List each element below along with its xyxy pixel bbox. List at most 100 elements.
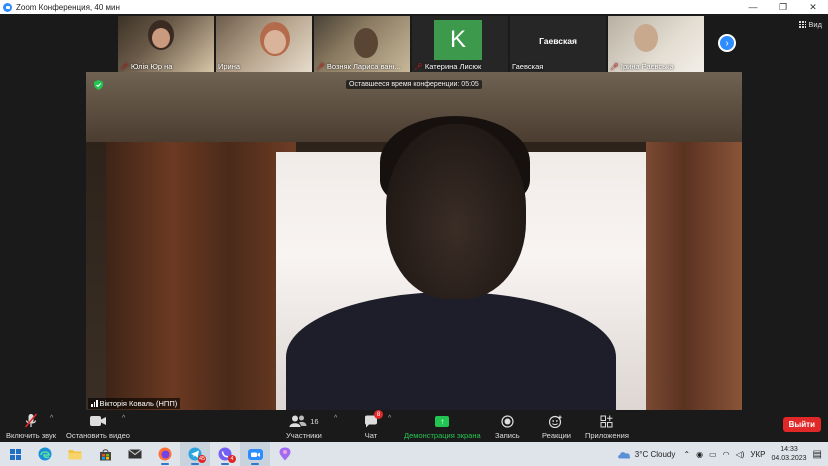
clock-date: 04.03.2023 xyxy=(771,455,807,462)
share-screen-icon: ↑ xyxy=(435,415,450,427)
close-button[interactable]: ✕ xyxy=(798,0,828,14)
participants-options-caret-icon[interactable]: ^ xyxy=(334,415,337,422)
taskbar-store[interactable] xyxy=(90,442,120,466)
participant-tile[interactable]: 🎤︎ Юлія Юр на xyxy=(118,16,214,72)
taskbar-edge[interactable] xyxy=(30,442,60,466)
chat-button[interactable]: 8 Чат xyxy=(364,410,383,440)
taskbar-file-explorer[interactable] xyxy=(60,442,90,466)
participant-name: Катерина Лисюк xyxy=(424,62,482,71)
telegram-unread-badge: 45 xyxy=(198,455,206,463)
mic-muted-icon: 🎤︎ xyxy=(120,63,129,71)
volume-icon[interactable]: ◁) xyxy=(736,450,745,459)
folder-icon xyxy=(68,450,82,460)
taskbar-telegram[interactable]: 45 xyxy=(180,442,210,466)
viber-unread-badge: 4 xyxy=(228,455,236,463)
participants-count: 16 xyxy=(310,416,319,426)
record-button[interactable]: Запись xyxy=(495,412,520,440)
clock[interactable]: 14:33 04.03.2023 xyxy=(772,445,807,463)
shield-icon[interactable] xyxy=(94,80,103,90)
store-bag-icon xyxy=(99,448,111,460)
notifications-icon[interactable]: ▤ xyxy=(813,449,822,460)
mail-icon xyxy=(128,449,142,459)
start-button[interactable] xyxy=(0,442,30,466)
participant-name: Гаевская xyxy=(512,62,544,71)
battery-icon[interactable]: ▭ xyxy=(709,450,717,459)
share-screen-label: Демонстрация экрана xyxy=(404,431,481,440)
participant-video xyxy=(634,24,658,52)
zoom-app-icon xyxy=(247,448,263,460)
record-label: Запись xyxy=(495,431,520,440)
speaker-name: Вікторія Коваль (НПП) xyxy=(99,399,178,408)
unmute-label: Включить звук xyxy=(6,431,57,440)
window-controls: — ❐ ✕ xyxy=(738,0,828,14)
participant-tile[interactable]: Гаевская Гаевская xyxy=(510,16,606,72)
meeting-area: 🎤︎ Юлія Юр на Ирина 🎤︎ Возняк Лариса вані.… xyxy=(0,14,828,410)
taskbar-mail[interactable] xyxy=(120,442,150,466)
participant-tile[interactable]: 🎤︎ Ірина Раєвська xyxy=(608,16,704,72)
windows-taskbar: 45 4 3°C Cloudy ⌃ ◉ ▭ ◠ ◁) УКР 14:33 04.… xyxy=(0,442,828,466)
taskbar-firefox[interactable] xyxy=(150,442,180,466)
edge-browser-icon xyxy=(38,447,52,461)
next-page-button[interactable]: › xyxy=(718,34,736,52)
participants-icon xyxy=(289,415,307,427)
mic-muted-icon: 🎤︎ xyxy=(610,63,619,71)
title-bar: Zoom Конференция, 40 мин — ❐ ✕ xyxy=(0,0,828,14)
audio-options-caret-icon[interactable]: ^ xyxy=(50,415,53,422)
apps-label: Приложения xyxy=(585,431,629,440)
weather-text: 3°C Cloudy xyxy=(634,449,676,459)
meeting-toolbar: Включить звук ^ Остановить видео ^ 16 Уч… xyxy=(0,410,828,442)
wifi-icon[interactable]: ◠ xyxy=(723,450,730,459)
participant-name: Юлія Юр на xyxy=(130,62,173,71)
participant-tile[interactable]: K 🎤︎ Катерина Лисюк xyxy=(412,16,508,72)
remaining-time-banner: Оставшееся время конференции: 05:05 xyxy=(346,80,482,89)
active-speaker-video: Оставшееся время конференции: 05:05 Вікт… xyxy=(86,72,742,410)
view-button[interactable]: Вид xyxy=(799,20,822,29)
windows-logo-icon xyxy=(9,448,21,460)
language-indicator[interactable]: УКР xyxy=(750,450,765,459)
maximize-button[interactable]: ❐ xyxy=(768,0,798,14)
share-screen-button[interactable]: ↑ Демонстрация экрана xyxy=(404,412,481,440)
firefox-icon xyxy=(158,447,172,461)
participant-name: Ирина xyxy=(218,62,241,71)
participant-name: Ірина Раєвська xyxy=(620,62,674,71)
unmute-button[interactable]: Включить звук xyxy=(6,412,56,440)
grid-icon xyxy=(799,21,807,28)
participant-tile[interactable]: 🎤︎ Возняк Лариса вані... xyxy=(314,16,410,72)
leave-button[interactable]: Выйти xyxy=(782,417,821,432)
video-camera-icon xyxy=(89,416,106,426)
system-tray: 3°C Cloudy ⌃ ◉ ▭ ◠ ◁) УКР 14:33 04.03.20… xyxy=(617,442,828,466)
cloud-icon xyxy=(617,451,631,458)
map-pin-icon xyxy=(279,447,291,461)
chat-label: Чат xyxy=(364,431,378,440)
chevron-up-icon[interactable]: ⌃ xyxy=(683,450,690,459)
camera-icon[interactable]: ◉ xyxy=(696,450,703,459)
view-label: Вид xyxy=(808,20,822,29)
chevron-right-icon: › xyxy=(725,37,729,49)
speaker-name-label: Вікторія Коваль (НПП) xyxy=(88,398,181,409)
taskbar-zoom[interactable] xyxy=(240,442,270,466)
mic-off-icon xyxy=(24,413,38,428)
signal-strength-icon xyxy=(91,400,98,407)
participant-name: Возняк Лариса вані... xyxy=(326,62,401,71)
chat-unread-badge: 8 xyxy=(374,410,383,419)
reactions-label: Реакции xyxy=(542,431,571,440)
zoom-logo-icon xyxy=(3,2,12,12)
window-title: Zoom Конференция, 40 мин xyxy=(16,2,120,12)
clock-time: 14:33 xyxy=(780,446,798,453)
weather-widget[interactable]: 3°C Cloudy xyxy=(617,449,676,459)
stop-video-button[interactable]: Остановить видео xyxy=(66,412,130,440)
chat-options-caret-icon[interactable]: ^ xyxy=(388,415,391,422)
mic-muted-icon: 🎤︎ xyxy=(316,63,325,71)
apps-button[interactable]: Приложения xyxy=(585,412,629,440)
participants-strip: 🎤︎ Юлія Юр на Ирина 🎤︎ Возняк Лариса вані.… xyxy=(118,16,704,72)
participants-button[interactable]: 16 Участники xyxy=(286,412,322,440)
record-icon xyxy=(501,414,514,428)
participant-video xyxy=(354,28,378,58)
participant-tile[interactable]: Ирина xyxy=(216,16,312,72)
apps-icon xyxy=(600,415,613,427)
video-options-caret-icon[interactable]: ^ xyxy=(122,415,125,422)
reactions-button[interactable]: Реакции xyxy=(542,412,571,440)
taskbar-maps[interactable] xyxy=(270,442,300,466)
taskbar-viber[interactable]: 4 xyxy=(210,442,240,466)
minimize-button[interactable]: — xyxy=(738,0,768,14)
